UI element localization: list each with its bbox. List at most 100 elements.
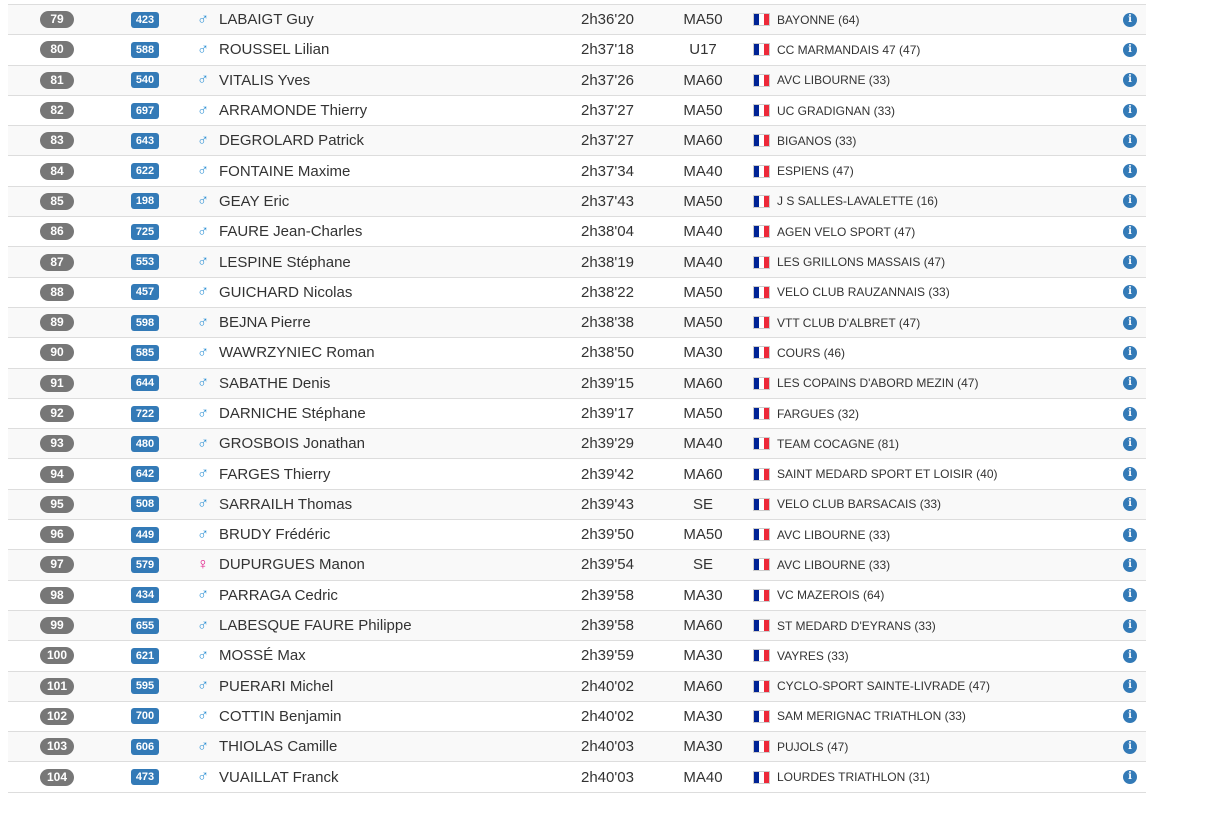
table-row[interactable]: 96 449 ♂ BRUDY Frédéric 2h39'50 MA50 AVC LIBOU…	[8, 520, 1146, 551]
table-row[interactable]: 102 700 ♂ COTTIN Benjamin 2h40'02 MA30 SAM MER…	[8, 701, 1146, 733]
male-gender-icon: ♂	[197, 677, 209, 695]
info-button[interactable]: i	[1122, 187, 1138, 216]
info-icon[interactable]: i	[1123, 406, 1137, 421]
table-row[interactable]: 103 606 ♂ THIOLAS Camille 2h40'03 MA30 PUJOLS …	[8, 732, 1146, 763]
category: MA50	[683, 405, 723, 422]
info-icon[interactable]: i	[1123, 42, 1137, 57]
info-button[interactable]: i	[1122, 278, 1138, 307]
info-icon[interactable]: i	[1123, 648, 1137, 663]
info-icon[interactable]: i	[1123, 224, 1137, 239]
info-button[interactable]: i	[1122, 641, 1138, 670]
table-row[interactable]: 86 725 ♂ FAURE Jean-Charles 2h38'04 MA40 AGEN …	[8, 217, 1146, 248]
info-button[interactable]: i	[1122, 35, 1138, 64]
info-icon[interactable]: i	[1123, 557, 1137, 572]
rank-badge: 102	[40, 707, 74, 725]
info-button[interactable]: i	[1122, 399, 1138, 428]
info-icon[interactable]: i	[1123, 315, 1137, 330]
info-button[interactable]: i	[1122, 459, 1138, 488]
rank-badge: 97	[40, 556, 74, 574]
info-icon[interactable]: i	[1123, 376, 1137, 391]
table-row[interactable]: 80 588 ♂ ROUSSEL Lilian 2h37'18 U17 CC MARMAND…	[8, 35, 1146, 66]
info-icon[interactable]: i	[1123, 497, 1137, 512]
table-row[interactable]: 84 622 ♂ FONTAINE Maxime 2h37'34 MA40 ESPIENS …	[8, 156, 1146, 187]
info-button[interactable]: i	[1122, 156, 1138, 185]
table-row[interactable]: 87 553 ♂ LESPINE Stéphane 2h38'19 MA40 LES GRI…	[8, 247, 1146, 278]
info-button[interactable]: i	[1122, 550, 1138, 579]
info-icon[interactable]: i	[1123, 73, 1137, 88]
table-row[interactable]: 82 697 ♂ ARRAMONDE Thierry 2h37'27 MA50 UC GRA…	[8, 95, 1146, 127]
category: MA40	[683, 162, 723, 180]
info-icon[interactable]: i	[1123, 133, 1137, 148]
info-button[interactable]: i	[1122, 247, 1138, 276]
info-icon[interactable]: i	[1123, 194, 1137, 209]
table-row[interactable]: 91 644 ♂ SABATHE Denis 2h39'15 MA60 LES COPAIN…	[8, 368, 1146, 399]
table-row[interactable]: 100 621 ♂ MOSSÉ Max 2h39'59 MA30 VAYRES (33) i	[8, 641, 1146, 672]
info-icon[interactable]: i	[1123, 164, 1137, 179]
info-button[interactable]: i	[1122, 217, 1138, 246]
info-button[interactable]: i	[1122, 520, 1138, 549]
table-row[interactable]: 83 643 ♂ DEGROLARD Patrick 2h37'27 MA60 BIGANO…	[8, 126, 1146, 157]
table-row[interactable]: 104 473 ♂ VUAILLAT Franck 2h40'03 MA40 LOURDES…	[8, 762, 1146, 793]
info-button[interactable]: i	[1122, 702, 1138, 731]
info-button[interactable]: i	[1122, 581, 1138, 610]
info-icon[interactable]: i	[1123, 709, 1137, 724]
info-icon[interactable]: i	[1123, 588, 1137, 603]
info-button[interactable]: i	[1122, 369, 1138, 398]
bib-badge: 553	[131, 254, 159, 271]
info-button[interactable]: i	[1122, 429, 1138, 458]
club-name: VAYRES (33)	[777, 648, 849, 663]
info-icon[interactable]: i	[1123, 436, 1137, 451]
table-row[interactable]: 98 434 ♂ PARRAGA Cedric 2h39'58 MA30 VC MAZERO…	[8, 580, 1146, 611]
info-icon[interactable]: i	[1123, 12, 1137, 27]
table-row[interactable]: 88 457 ♂ GUICHARD Nicolas 2h38'22 MA50 VELO CL…	[8, 277, 1146, 308]
info-button[interactable]: i	[1122, 308, 1138, 337]
rank-badge: 82	[40, 102, 74, 120]
rank-cell: 99	[40, 611, 74, 640]
club-name: FARGUES (32)	[777, 406, 860, 421]
france-flag-icon	[753, 156, 770, 185]
male-gender-icon: ♂	[197, 646, 209, 664]
club-name: BIGANOS (33)	[777, 133, 857, 148]
info-icon[interactable]: i	[1123, 527, 1137, 542]
table-row[interactable]: 94 642 ♂ FARGES Thierry 2h39'42 MA60 SAINT MED…	[8, 459, 1146, 490]
info-icon[interactable]: i	[1123, 285, 1137, 300]
male-gender-icon: ♂	[197, 343, 209, 361]
table-row[interactable]: 85 198 ♂ GEAY Eric 2h37'43 MA50 J S SALLES-LAV…	[8, 186, 1146, 218]
bib-cell: 622	[130, 156, 160, 185]
info-icon[interactable]: i	[1123, 103, 1137, 118]
rank-cell: 95	[40, 490, 74, 519]
info-button[interactable]: i	[1122, 672, 1138, 701]
table-row[interactable]: 95 508 ♂ SARRAILH Thomas 2h39'43 SE VELO CLUB …	[8, 489, 1146, 521]
table-row[interactable]: 81 540 ♂ VITALIS Yves 2h37'26 MA60 AVC LIBOURN…	[8, 65, 1146, 96]
info-icon[interactable]: i	[1123, 255, 1137, 270]
male-gender-icon: ♂	[197, 586, 209, 604]
info-button[interactable]: i	[1122, 762, 1138, 791]
info-button[interactable]: i	[1122, 5, 1138, 34]
info-button[interactable]: i	[1122, 490, 1138, 519]
info-icon[interactable]: i	[1123, 467, 1137, 482]
info-icon[interactable]: i	[1123, 679, 1137, 694]
info-button[interactable]: i	[1122, 732, 1138, 761]
table-row[interactable]: 89 598 ♂ BEJNA Pierre 2h38'38 MA50 VTT CLUB D'…	[8, 307, 1146, 339]
info-icon[interactable]: i	[1123, 618, 1137, 633]
info-icon[interactable]: i	[1123, 739, 1137, 754]
bib-badge: 725	[131, 223, 159, 240]
table-row[interactable]: 101 595 ♂ PUERARI Michel 2h40'02 MA60 CYCLO-SP…	[8, 671, 1146, 702]
info-icon[interactable]: i	[1123, 345, 1137, 360]
info-icon[interactable]: i	[1123, 770, 1137, 785]
info-button[interactable]: i	[1122, 96, 1138, 125]
bib-cell: 540	[130, 66, 160, 95]
table-row[interactable]: 92 722 ♂ DARNICHE Stéphane 2h39'17 MA50 FARGUE…	[8, 398, 1146, 430]
info-button[interactable]: i	[1122, 611, 1138, 640]
table-row[interactable]: 99 655 ♂ LABESQUE FAURE Philippe 2h39'58 MA60…	[8, 610, 1146, 642]
info-button[interactable]: i	[1122, 126, 1138, 155]
france-flag-icon	[753, 126, 770, 155]
info-button[interactable]: i	[1122, 66, 1138, 95]
table-row[interactable]: 79 423 ♂ LABAIGT Guy 2h36'20 MA50 BAYONNE (64)…	[8, 5, 1146, 36]
bib-badge: 722	[131, 405, 159, 422]
info-button[interactable]: i	[1122, 338, 1138, 367]
table-row[interactable]: 93 480 ♂ GROSBOIS Jonathan 2h39'29 MA40 TEAM C…	[8, 429, 1146, 460]
bib-cell: 643	[130, 126, 160, 155]
table-row[interactable]: 97 579 ♀ DUPURGUES Manon 2h39'54 SE AVC LIBOUR…	[8, 550, 1146, 581]
table-row[interactable]: 90 585 ♂ WAWRZYNIEC Roman 2h38'50 MA30 COURS (…	[8, 338, 1146, 369]
